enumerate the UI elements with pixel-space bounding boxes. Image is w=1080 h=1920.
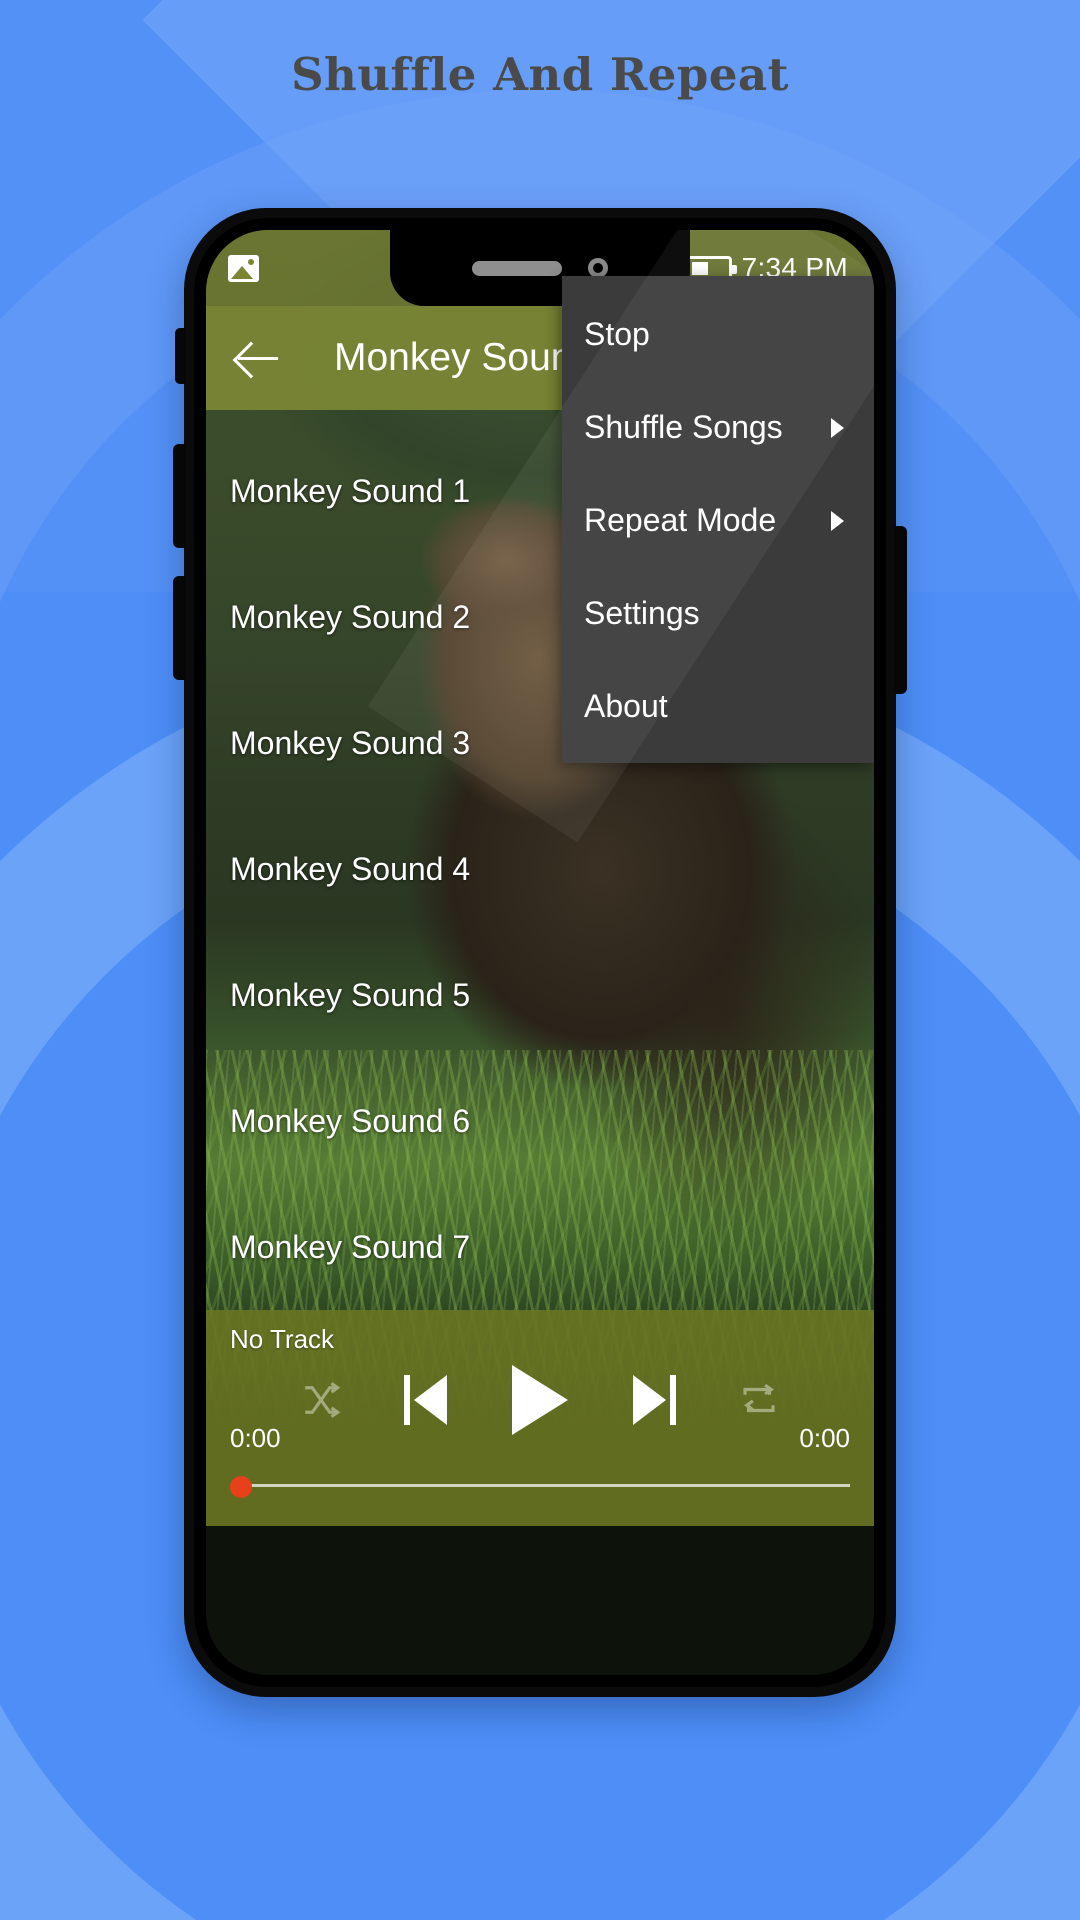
player-bar: No Track 0:00 0:00 <box>206 1310 874 1526</box>
menu-item-label: About <box>584 688 668 724</box>
phone-mockup: 5% 7:34 PM Monkey Sounds Monkey Sound 1 … <box>173 208 907 1697</box>
track-label: Monkey Sound 7 <box>230 1228 471 1265</box>
menu-item-stop[interactable]: Stop <box>562 288 874 381</box>
menu-item-label: Stop <box>584 316 650 352</box>
overflow-menu[interactable]: Stop Shuffle Songs Repeat Mode Settings … <box>367 230 874 843</box>
now-playing-label: No Track <box>230 1324 335 1354</box>
list-item[interactable]: Monkey Sound 5 <box>206 932 874 1058</box>
chevron-right-icon <box>831 510 844 531</box>
seek-track <box>240 1484 850 1487</box>
list-item[interactable]: Monkey Sound 7 <box>206 1184 874 1310</box>
front-camera <box>588 258 608 278</box>
list-item[interactable]: Monkey Sound 4 <box>206 806 874 932</box>
seek-thumb[interactable] <box>230 1476 252 1498</box>
shuffle-icon[interactable] <box>300 1379 342 1421</box>
bottom-filler <box>206 1526 874 1675</box>
total-time-label: 0:00 <box>799 1423 850 1453</box>
elapsed-time-label: 0:00 <box>230 1423 281 1453</box>
phone-screen: 5% 7:34 PM Monkey Sounds Monkey Sound 1 … <box>206 230 874 1675</box>
menu-item-label: Repeat Mode <box>584 502 777 538</box>
skip-next-icon[interactable] <box>630 1375 676 1425</box>
menu-item-about[interactable]: About <box>562 660 874 753</box>
track-label: Monkey Sound 2 <box>230 598 471 635</box>
back-arrow-icon[interactable] <box>230 330 286 386</box>
list-item[interactable]: Monkey Sound 6 <box>206 1058 874 1184</box>
chevron-right-icon <box>831 417 844 438</box>
repeat-icon[interactable] <box>738 1379 780 1421</box>
play-icon[interactable] <box>512 1365 568 1435</box>
track-label: Monkey Sound 1 <box>230 472 471 509</box>
earpiece-speaker <box>472 260 562 276</box>
menu-item-label: Shuffle Songs <box>584 409 783 445</box>
image-icon <box>228 254 259 282</box>
silent-switch-button[interactable] <box>175 328 186 384</box>
track-label: Monkey Sound 5 <box>230 976 471 1013</box>
track-label: Monkey Sound 6 <box>230 1102 471 1139</box>
volume-down-button[interactable] <box>173 576 186 680</box>
power-button[interactable] <box>894 526 907 694</box>
skip-previous-icon[interactable] <box>404 1375 450 1425</box>
track-label: Monkey Sound 3 <box>230 724 471 761</box>
menu-item-repeat-mode[interactable]: Repeat Mode <box>562 474 874 567</box>
menu-item-label: Settings <box>584 595 700 631</box>
page-title: Shuffle And Repeat <box>291 48 789 101</box>
menu-item-settings[interactable]: Settings <box>562 567 874 660</box>
status-bar-left <box>228 254 259 282</box>
volume-up-button[interactable] <box>173 444 186 548</box>
menu-item-shuffle-songs[interactable]: Shuffle Songs <box>562 381 874 474</box>
seek-bar[interactable] <box>230 1476 850 1498</box>
track-label: Monkey Sound 4 <box>230 850 471 887</box>
